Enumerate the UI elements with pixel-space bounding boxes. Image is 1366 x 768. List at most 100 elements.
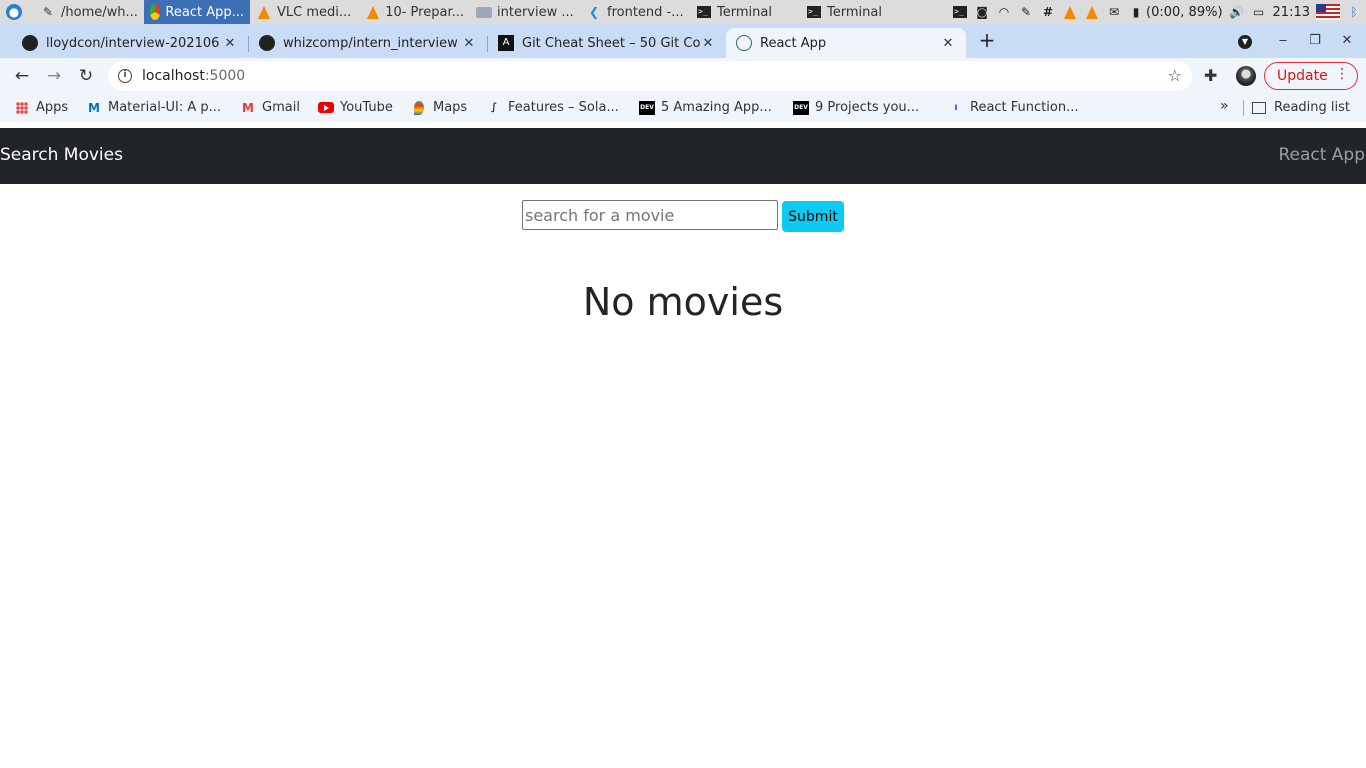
bookmark-gmail[interactable]: M Gmail [240, 100, 300, 115]
taskbar-item-chrome[interactable]: React App... [144, 0, 250, 24]
reading-list-button[interactable]: Reading list [1252, 100, 1350, 115]
pen-icon[interactable]: ✎ [1018, 4, 1034, 20]
close-icon[interactable]: ✕ [461, 36, 477, 51]
forward-button[interactable]: → [42, 64, 66, 88]
taskbar-item-label: /home/wh... [61, 4, 138, 20]
bookmark-label: Features – Sola... [508, 100, 619, 115]
close-window-button[interactable]: ✕ [1336, 30, 1358, 52]
clock[interactable]: 21:13 [1273, 5, 1310, 20]
start-menu-button[interactable]: ● [0, 0, 34, 24]
vlc-icon [366, 4, 380, 20]
taskbar-item-vlc-2[interactable]: 10- Prepar... [360, 0, 470, 24]
bookmark-react-function[interactable]: ı React Function... [948, 100, 1078, 115]
camera-icon[interactable]: ▭ [1251, 4, 1267, 20]
bookmark-dev-9-projects[interactable]: DEV 9 Projects you... [793, 100, 919, 115]
bookmark-label: 5 Amazing App... [661, 100, 772, 115]
more-bookmarks-chevron-icon[interactable]: » [1220, 98, 1229, 114]
taskbar-item-vlc[interactable]: VLC medi... [250, 0, 360, 24]
bookmark-material-ui[interactable]: M Material-UI: A p... [86, 100, 221, 115]
apps-grid-icon [14, 101, 30, 115]
bookmark-star-icon[interactable]: ☆ [1168, 66, 1182, 85]
new-tab-button[interactable]: + [976, 30, 998, 52]
keyboard-layout-flag-icon[interactable] [1316, 4, 1340, 20]
bookmark-youtube[interactable]: YouTube [318, 100, 393, 115]
screenshot-icon[interactable]: ◙ [974, 4, 990, 20]
mail-icon[interactable]: ✉ [1106, 4, 1122, 20]
text-editor-icon: ✎ [42, 5, 54, 19]
menu-dots-icon: ⋮ [1335, 66, 1349, 82]
close-icon[interactable]: ✕ [222, 36, 238, 51]
vscode-icon: ❮ [588, 5, 600, 19]
submit-button[interactable]: Submit [782, 201, 844, 232]
vlc-icon[interactable] [1084, 4, 1100, 20]
chevron-down-icon: ▼ [1238, 35, 1252, 49]
tab-title: lloydcon/interview-202106 [46, 35, 220, 51]
navbar-brand[interactable]: Search Movies [0, 145, 123, 165]
os-taskbar: ● ✎ /home/wh... React App... VLC medi...… [0, 0, 1366, 24]
reading-list-icon [1252, 101, 1266, 114]
browser-toolbar: ← → ↻ i localhost:5000 ☆ ✚ Update ⋮ [0, 58, 1366, 94]
extensions-puzzle-icon[interactable]: ✚ [1204, 66, 1217, 85]
taskbar-item-folder[interactable]: interview ... [470, 0, 580, 24]
taskbar-item-terminal[interactable]: >_ Terminal [690, 0, 800, 24]
solana-icon: ∫ [490, 102, 498, 113]
navbar-link-react-app[interactable]: React App [1278, 145, 1365, 165]
taskbar-item-label: Terminal [717, 4, 772, 20]
volume-icon[interactable]: 🔊 [1229, 4, 1245, 20]
react-icon [736, 35, 752, 51]
bookmarks-separator [1243, 100, 1244, 116]
taskbar-item-text-editor[interactable]: ✎ /home/wh... [34, 0, 144, 24]
taskbar-item-label: VLC medi... [277, 4, 352, 20]
url-port: :5000 [204, 68, 246, 84]
start-menu-icon: ● [6, 4, 22, 20]
terminal-icon[interactable]: >_ [952, 4, 968, 20]
bookmark-features[interactable]: ∫ Features – Sola... [486, 100, 619, 115]
bookmark-label: Material-UI: A p... [108, 100, 222, 115]
movie-search-input[interactable] [522, 200, 778, 230]
taskbar-item-label: Terminal [827, 4, 882, 20]
bookmark-label: YouTube [340, 100, 393, 115]
wifi-icon[interactable]: ◠ [996, 4, 1012, 20]
close-icon[interactable]: ✕ [700, 36, 716, 51]
bookmark-apps[interactable]: Apps [14, 100, 68, 115]
folder-icon [476, 6, 492, 18]
bookmark-label: Gmail [262, 100, 300, 115]
bluetooth-icon[interactable]: ᛒ [1346, 4, 1362, 20]
slack-icon[interactable]: # [1040, 4, 1056, 20]
back-button[interactable]: ← [10, 64, 34, 88]
taskbar-item-label: 10- Prepar... [385, 4, 464, 20]
app-navbar: Search Movies React App [0, 128, 1366, 184]
empty-state-heading: No movies [582, 280, 784, 324]
vlc-icon[interactable] [1062, 4, 1078, 20]
battery-icon: ▮ [1132, 5, 1140, 19]
bookmark-label: Maps [433, 100, 468, 115]
tab-search-button[interactable]: ▼ [1234, 30, 1256, 52]
dev-to-icon: DEV [639, 100, 655, 115]
reload-button[interactable]: ↻ [74, 64, 98, 88]
taskbar-item-vscode[interactable]: ❮ frontend -... [580, 0, 690, 24]
taskbar-item-label: React App... [165, 4, 244, 20]
url-host: localhost [142, 68, 205, 84]
site-info-icon[interactable]: i [118, 69, 132, 83]
profile-avatar[interactable] [1236, 66, 1256, 86]
update-button[interactable]: Update ⋮ [1264, 62, 1358, 90]
restore-button[interactable]: ❐ [1304, 30, 1326, 52]
taskbar-item-label: frontend -... [607, 4, 684, 20]
battery-text: (0:00, 89%) [1146, 4, 1223, 20]
bookmark-dev-5-amazing[interactable]: DEV 5 Amazing App... [639, 100, 772, 115]
chrome-icon [150, 4, 161, 20]
minimize-button[interactable]: ‒ [1272, 30, 1294, 52]
taskbar-item-terminal-2[interactable]: >_ Terminal [800, 0, 910, 24]
reading-list-label: Reading list [1274, 100, 1350, 115]
close-icon[interactable]: ✕ [940, 36, 956, 51]
gmail-icon: M [242, 100, 254, 115]
git-cheatsheet-icon: A [498, 35, 514, 51]
browser-tab-active[interactable]: React App ✕ [726, 28, 966, 58]
bookmark-maps[interactable]: Maps [411, 100, 467, 115]
browser-tab[interactable]: lloydcon/interview-202106 ✕ [12, 28, 248, 58]
browser-tab[interactable]: whizcomp/intern_interview ✕ [249, 28, 487, 58]
battery-status[interactable]: ▮ (0:00, 89%) [1128, 4, 1223, 20]
url-text[interactable]: localhost:5000 [142, 68, 245, 84]
browser-tab[interactable]: A Git Cheat Sheet – 50 Git Co ✕ [488, 28, 726, 58]
address-bar[interactable]: i localhost:5000 ☆ [108, 61, 1192, 91]
